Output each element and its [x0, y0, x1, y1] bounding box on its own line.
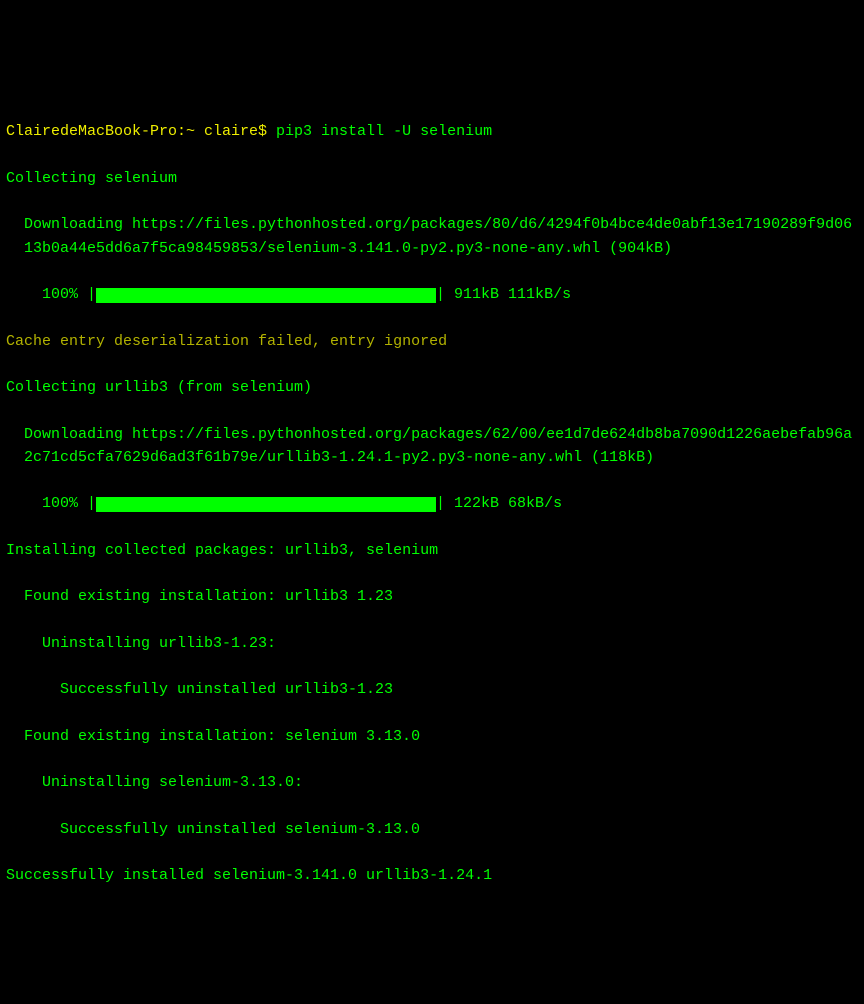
- progress-pipe: |: [436, 286, 445, 303]
- output-line: Successfully uninstalled selenium-3.13.0: [6, 818, 858, 841]
- progress-line: 100% | | 911kB 111kB/s: [6, 283, 858, 306]
- shell-prompt: ClairedeMacBook-Pro:~ claire$: [6, 123, 276, 140]
- terminal-output[interactable]: ClairedeMacBook-Pro:~ claire$ pip3 insta…: [6, 97, 858, 911]
- progress-percent: 100%: [42, 286, 87, 303]
- output-line: Uninstalling selenium-3.13.0:: [6, 771, 858, 794]
- output-line: Found existing installation: urllib3 1.2…: [6, 585, 858, 608]
- output-line: Collecting urllib3 (from selenium): [6, 376, 858, 399]
- progress-pipe: |: [436, 495, 445, 512]
- progress-bar: [96, 288, 436, 303]
- output-line: Installing collected packages: urllib3, …: [6, 539, 858, 562]
- warning-line: Cache entry deserialization failed, entr…: [6, 330, 858, 353]
- progress-pipe: |: [87, 286, 96, 303]
- progress-stats: 911kB 111kB/s: [445, 286, 571, 303]
- output-line: Uninstalling urllib3-1.23:: [6, 632, 858, 655]
- progress-percent: 100%: [42, 495, 87, 512]
- progress-bar: [96, 497, 436, 512]
- progress-pipe: |: [87, 495, 96, 512]
- output-line: Found existing installation: selenium 3.…: [6, 725, 858, 748]
- output-line: Collecting selenium: [6, 167, 858, 190]
- shell-command: pip3 install -U selenium: [276, 123, 492, 140]
- progress-stats: 122kB 68kB/s: [445, 495, 562, 512]
- success-line: Successfully installed selenium-3.141.0 …: [6, 864, 858, 887]
- output-line: Downloading https://files.pythonhosted.o…: [6, 213, 858, 260]
- output-line: Successfully uninstalled urllib3-1.23: [6, 678, 858, 701]
- progress-line: 100% | | 122kB 68kB/s: [6, 492, 858, 515]
- output-line: Downloading https://files.pythonhosted.o…: [6, 423, 858, 470]
